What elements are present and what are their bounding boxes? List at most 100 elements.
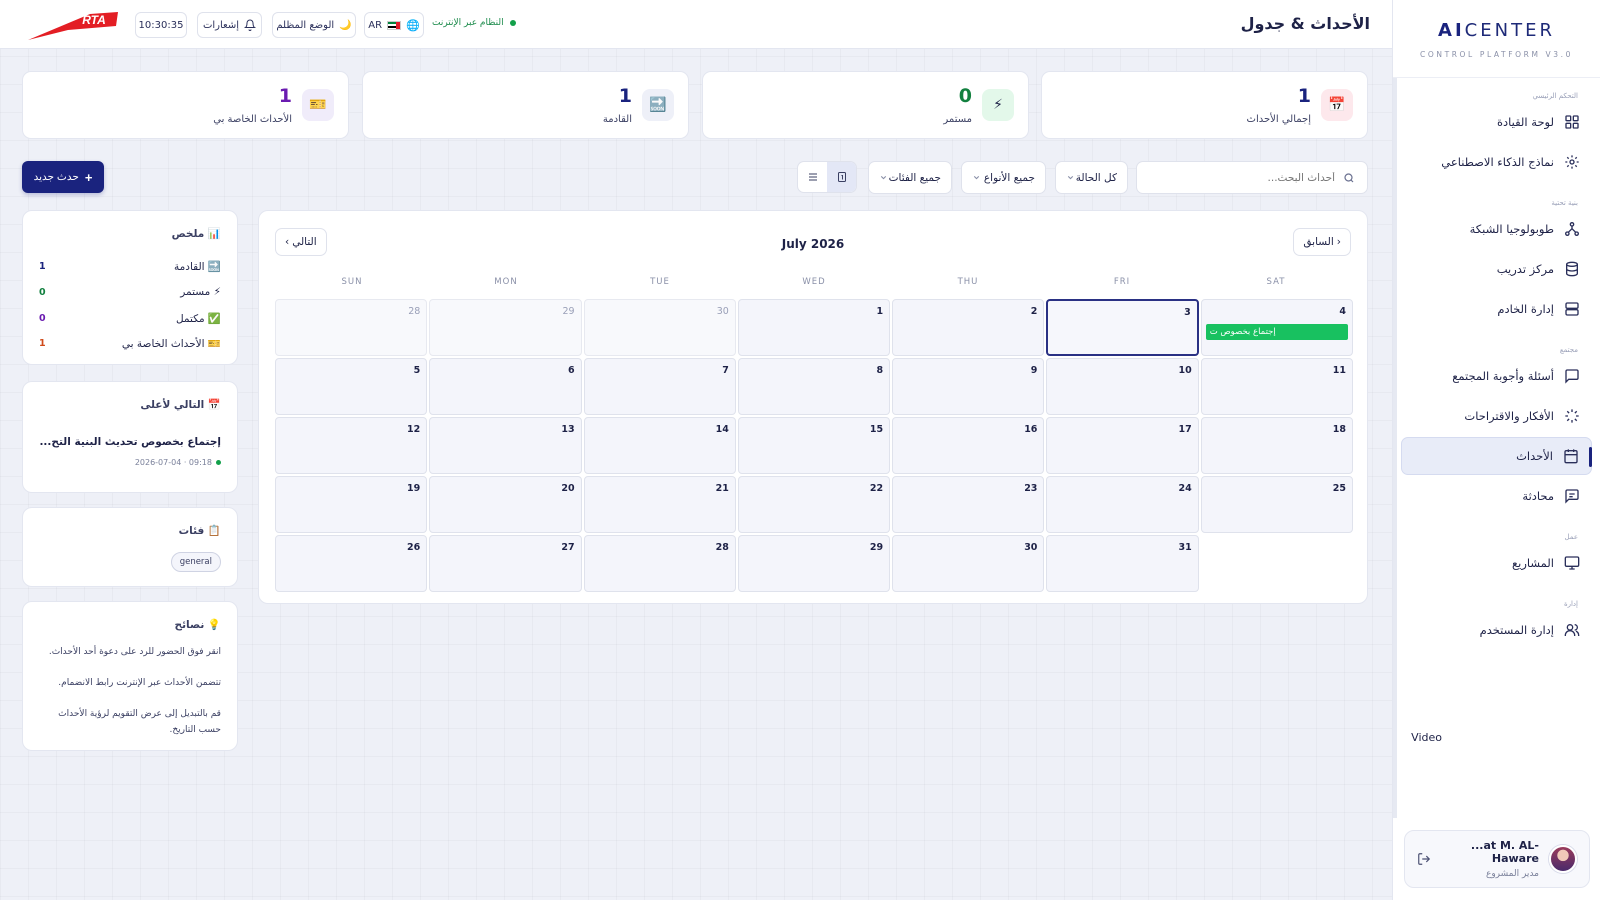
calendar-day[interactable]: 20 (429, 476, 582, 533)
view-toggle (797, 161, 857, 193)
avatar[interactable] (1549, 845, 1577, 873)
calendar-day-today[interactable]: 3 (1046, 299, 1199, 356)
calendar-empty-cell (1201, 535, 1353, 592)
day-number: 7 (722, 365, 729, 376)
ideas-icon (1565, 409, 1579, 423)
calendar-day[interactable]: 28 (583, 535, 736, 592)
next-up-title: 📅 التالي لأعلى (140, 399, 221, 411)
summary-label: ⚡ مستمر (180, 286, 221, 298)
chevron-down-icon (1067, 175, 1074, 180)
calendar-day[interactable]: 26 (275, 535, 428, 592)
chevron-down-icon (973, 175, 980, 180)
calendar-day[interactable]: 2 (892, 299, 1045, 356)
calendar-day[interactable]: 19 (275, 476, 428, 533)
calendar-grid: SUN MON TUE WED THU FRI SAT 28 29 30 1 2 3 4 إجتماع ب… (275, 275, 1353, 594)
calendar-day[interactable]: 30 (892, 535, 1045, 592)
calendar-event-chip[interactable]: إجتماع بخصوص ت (1205, 324, 1348, 340)
day-number: 4 (1339, 306, 1346, 317)
calendar-day[interactable]: 15 (737, 417, 891, 474)
user-info: ...at M. AL-Haware مدير المشروع (1441, 839, 1539, 879)
summary-label: ✅ مكتمل (175, 312, 221, 325)
calendar-day[interactable]: 29 (737, 535, 891, 592)
sidebar: AICENTER CONTROL PLATFORM V3.0 التحكم ال… (1392, 0, 1600, 900)
sidebar-scrollbar[interactable] (1393, 78, 1397, 818)
calendar-week-row: 19 20 21 22 23 24 25 (275, 476, 1353, 533)
sidebar-item-ai-models[interactable]: نماذج الذكاء الاصطناعي (1401, 143, 1592, 181)
calendar-day[interactable]: 10 (1046, 358, 1199, 415)
stat-card-ongoing: ⚡ 0 مستمر (702, 71, 1029, 139)
type-filter-select[interactable]: جميع الأنواع (961, 161, 1046, 194)
search-field[interactable] (1136, 161, 1368, 194)
stat-label: القادمة (602, 114, 632, 125)
sidebar-item-label: طوبولوجيا الشبكة (1469, 222, 1554, 236)
calendar-day[interactable]: 12 (275, 417, 428, 474)
sidebar-item-training-center[interactable]: مركز تدريب (1401, 250, 1592, 288)
sidebar-item-network-topology[interactable]: طوبولوجيا الشبكة (1401, 210, 1592, 248)
sidebar-nav: التحكم الرئيسي لوحة القيادة نماذج الذكاء… (1393, 78, 1600, 649)
calendar-day[interactable]: 25 (1200, 476, 1353, 533)
list-view-button[interactable] (798, 162, 827, 192)
calendar-day[interactable]: 30 (583, 299, 736, 356)
calendar-day[interactable]: 23 (892, 476, 1045, 533)
tips-title: 💡 نصائح (174, 619, 221, 631)
sidebar-item-community-qa[interactable]: أسئلة وأجوبة المجتمع (1401, 357, 1592, 395)
calendar-day[interactable]: 1 (737, 299, 891, 356)
calendar-day[interactable]: 31 (1046, 535, 1199, 592)
calendar-view-button[interactable] (827, 162, 856, 192)
day-number: 15 (869, 424, 884, 435)
calendar-day[interactable]: 8 (737, 358, 891, 415)
calendar-day[interactable]: 17 (1046, 417, 1199, 474)
calendar-day[interactable]: 7 (583, 358, 736, 415)
sidebar-item-projects[interactable]: المشاريع (1401, 544, 1592, 582)
chat-icon (1565, 369, 1579, 384)
new-event-button[interactable]: + حدث جديد (22, 161, 104, 193)
sidebar-item-dashboard[interactable]: لوحة القيادة (1401, 103, 1592, 141)
calendar-day[interactable]: 5 (275, 358, 428, 415)
sidebar-item-server-management[interactable]: إدارة الخادم (1401, 290, 1592, 328)
moon-icon: 🌙 (339, 19, 352, 31)
sidebar-item-user-management[interactable]: إدارة المستخدم (1401, 611, 1592, 649)
calendar-day[interactable]: 6 (429, 358, 582, 415)
dark-mode-toggle[interactable]: 🌙 الوضع المظلم (272, 12, 356, 38)
calendar-day[interactable]: 21 (583, 476, 736, 533)
sidebar-item-label: محادثة (1522, 489, 1554, 503)
calendar-day[interactable]: 14 (583, 417, 736, 474)
calendar-day[interactable]: 29 (429, 299, 582, 356)
video-label[interactable]: Video (1411, 731, 1442, 744)
language-switcher[interactable]: 🌐 AR (364, 12, 424, 38)
day-number: 28 (408, 306, 421, 317)
summary-label: 🎫 الأحداث الخاصة بي (121, 337, 221, 350)
dashboard-icon (1565, 115, 1579, 129)
sidebar-item-chat[interactable]: محادثة (1401, 477, 1592, 515)
calendar-weeks: 28 29 30 1 2 3 4 إجتماع بخصوص ت 5 6 7 8 9 10 11 12 13 14 1… (275, 299, 1353, 592)
logout-icon[interactable] (1417, 852, 1431, 866)
status-filter-value: كل الحالة (1075, 171, 1117, 184)
search-input[interactable] (1149, 171, 1335, 184)
rta-logo-text: RTA (82, 13, 106, 27)
sidebar-item-ideas[interactable]: الأفكار والاقتراحات (1401, 397, 1592, 435)
notifications-button[interactable]: إشعارات (197, 12, 262, 38)
category-tag-general[interactable]: general (170, 552, 221, 572)
top-header: الأحداث & جدول النظام عبر الإنترنت 🌐 AR … (0, 0, 1392, 49)
calendar-day[interactable]: 18 (1200, 417, 1353, 474)
category-filter-value: جميع الفئات (888, 171, 941, 184)
calendar-day[interactable]: 28 (275, 299, 428, 356)
status-dot (216, 460, 221, 465)
calendar-day[interactable]: 24 (1046, 476, 1199, 533)
calendar-day[interactable]: 4 إجتماع بخصوص ت (1200, 299, 1353, 356)
status-filter-select[interactable]: كل الحالة (1055, 161, 1128, 194)
calendar-day[interactable]: 27 (429, 535, 582, 592)
day-number: 12 (407, 424, 421, 435)
day-number: 20 (561, 483, 575, 494)
rta-logo: RTA (28, 12, 118, 40)
calendar-day[interactable]: 13 (429, 417, 582, 474)
next-month-button[interactable]: التالي › (275, 228, 327, 256)
sidebar-item-events[interactable]: الأحداث (1401, 437, 1592, 475)
calendar-day[interactable]: 16 (892, 417, 1045, 474)
calendar-day[interactable]: 22 (737, 476, 891, 533)
category-filter-select[interactable]: جميع الفئات (868, 161, 952, 194)
calendar-day[interactable]: 9 (892, 358, 1045, 415)
summary-value: 0 (39, 312, 46, 324)
calendar-day[interactable]: 11 (1200, 358, 1353, 415)
next-event-title[interactable]: إجتماع بخصوص تحديث البنية التح... (39, 436, 221, 448)
